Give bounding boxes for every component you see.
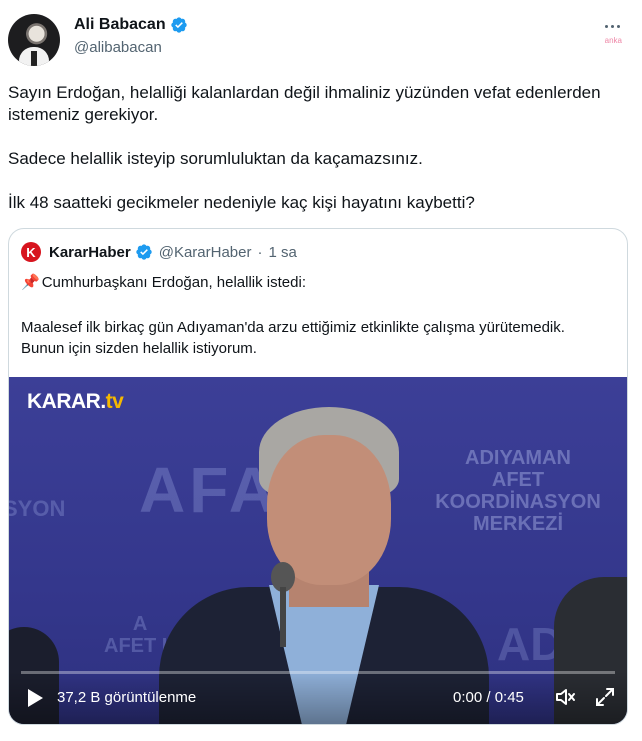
video-time: 0:00 / 0:45 [453, 689, 524, 706]
verified-badge-icon [170, 17, 187, 33]
avatar[interactable] [8, 14, 60, 66]
fullscreen-icon[interactable] [594, 686, 616, 708]
karar-tv-logo-text: KARAR. [27, 390, 106, 413]
karar-tv-logo: KARAR.tv [27, 390, 124, 414]
quoted-tweet-header: K KararHaber @KararHaber · 1 sa [21, 242, 297, 262]
verified-badge-icon [136, 244, 152, 260]
quoted-author-handle: @KararHaber [158, 243, 252, 261]
tweet-paragraph-3: İlk 48 saatteki gecikmeler nedeniyle kaç… [8, 193, 475, 212]
quoted-headline: 📌 Cumhurbaşkanı Erdoğan, helallik istedi… [21, 273, 306, 292]
meta-separator: · [257, 243, 263, 261]
author-name[interactable]: Ali Babacan [74, 16, 166, 34]
quoted-tweet[interactable]: K KararHaber @KararHaber · 1 sa 📌 Cumhur… [8, 228, 628, 725]
backdrop-text-left: ISYON [9, 473, 66, 521]
pushpin-icon: 📌 [21, 274, 40, 291]
more-options-icon[interactable] [600, 16, 624, 36]
author-name-row[interactable]: Ali Babacan [74, 16, 188, 34]
avatar-tie [31, 51, 37, 66]
microphone-stem [280, 587, 286, 647]
author-handle[interactable]: @alibabacan [74, 39, 162, 56]
video-player[interactable]: ISYON AFAD ADIYAMANAFET KOORDİNASYONMERK… [9, 377, 627, 724]
quoted-headline-text: Cumhurbaşkanı Erdoğan, helallik istedi: [41, 273, 306, 291]
video-controls: 37,2 B görüntülenme 0:00 / 0:45 [9, 671, 627, 724]
quoted-author-name: KararHaber [49, 243, 131, 261]
watermark: anka [604, 36, 622, 45]
tweet-paragraph-2: Sadece helallik isteyip sorumluluktan da… [8, 149, 423, 168]
volume-muted-icon[interactable] [554, 686, 576, 708]
play-icon[interactable] [25, 687, 45, 709]
view-count: 37,2 B görüntülenme [57, 689, 197, 706]
karar-tv-logo-suffix: tv [105, 390, 124, 413]
quoted-timestamp: 1 sa [268, 243, 297, 261]
tweet-header: Ali Babacan @alibabacan anka [8, 14, 628, 68]
quoted-body: Maalesef ilk birkaç gün Adıyaman'da arzu… [21, 319, 565, 357]
video-progress-bar[interactable] [21, 671, 615, 674]
tweet-paragraph-1: Sayın Erdoğan, helalliği kalanlardan değ… [8, 83, 601, 124]
karar-logo-icon: K [21, 242, 41, 262]
